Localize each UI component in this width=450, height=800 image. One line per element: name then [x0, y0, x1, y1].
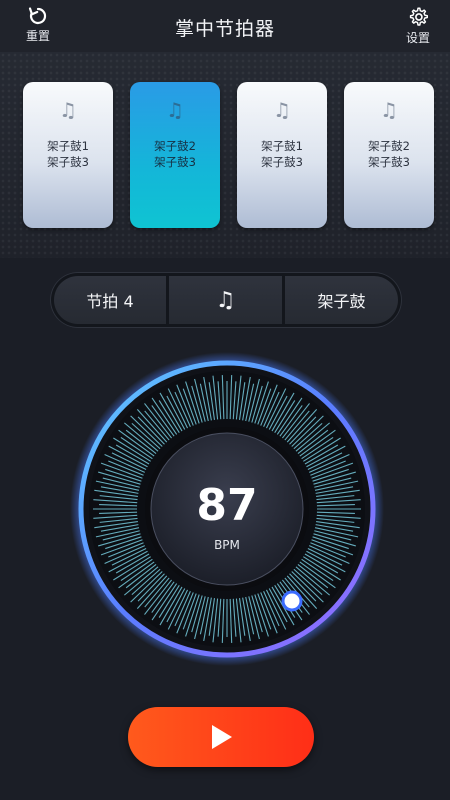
sound-card-4[interactable]: ♫ 架子鼓2 架子鼓3 — [344, 82, 434, 228]
app-header: 重置 掌中节拍器 设置 — [0, 0, 450, 52]
sound-select-button[interactable]: 架子鼓 — [285, 276, 398, 324]
play-icon — [212, 725, 232, 749]
card-line-2: 架子鼓3 — [47, 155, 89, 169]
card-line-2: 架子鼓3 — [368, 155, 410, 169]
card-line-1: 架子鼓2 — [368, 139, 410, 153]
music-note-icon: ♫ — [215, 287, 236, 313]
dial-knob[interactable] — [281, 590, 303, 612]
sound-card-2[interactable]: ♫ 架子鼓2 架子鼓3 — [130, 82, 220, 228]
sound-card-1[interactable]: ♫ 架子鼓1 架子鼓3 — [23, 82, 113, 228]
card-line-1: 架子鼓2 — [154, 139, 196, 153]
card-line-1: 架子鼓1 — [47, 139, 89, 153]
card-line-2: 架子鼓3 — [261, 155, 303, 169]
card-line-2: 架子鼓3 — [154, 155, 196, 169]
sound-cards-panel: ♫ 架子鼓1 架子鼓3 ♫ 架子鼓2 架子鼓3 ♫ 架子鼓1 架子鼓3 ♫ 架子… — [0, 52, 450, 258]
bpm-value: 87 — [196, 480, 258, 531]
music-note-icon: ♫ — [59, 98, 77, 122]
music-note-icon: ♫ — [380, 98, 398, 122]
music-note-icon: ♫ — [273, 98, 291, 122]
music-note-icon: ♫ — [166, 98, 184, 122]
settings-button[interactable]: 设置 — [398, 6, 438, 50]
gear-icon — [409, 7, 428, 26]
page-title: 掌中节拍器 — [174, 18, 275, 40]
beat-button[interactable]: 节拍 4 — [54, 276, 166, 324]
play-button[interactable] — [128, 707, 314, 767]
settings-label: 设置 — [405, 31, 430, 45]
control-bar: 节拍 4 ♫ 架子鼓 — [50, 272, 402, 328]
sound-card-3[interactable]: ♫ 架子鼓1 架子鼓3 — [237, 82, 327, 228]
bpm-unit: BPM — [214, 538, 240, 552]
note-value-button[interactable]: ♫ — [169, 276, 282, 324]
tempo-dial[interactable]: 87 BPM — [70, 352, 384, 666]
card-line-1: 架子鼓1 — [261, 139, 303, 153]
